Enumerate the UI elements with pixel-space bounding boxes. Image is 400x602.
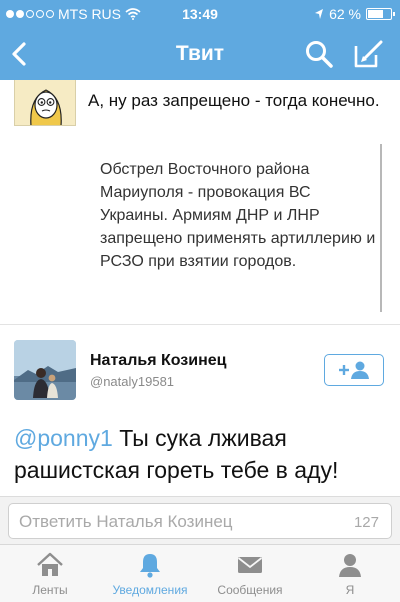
tab-home[interactable]: Ленты xyxy=(0,545,100,602)
avatar[interactable] xyxy=(14,80,76,126)
avatar[interactable] xyxy=(14,340,76,400)
envelope-icon xyxy=(237,557,263,573)
reply-placeholder: Ответить Наталья Козинец xyxy=(19,512,233,531)
search-icon[interactable] xyxy=(304,39,334,69)
battery-fill xyxy=(368,10,383,18)
tweet-author: Наталья Козинец @nataly19581 xyxy=(0,340,400,404)
tab-messages[interactable]: Сообщения xyxy=(200,545,300,602)
char-counter: 127 xyxy=(353,514,379,531)
battery-icon xyxy=(366,8,395,20)
reply-tweet[interactable]: А, ну раз запрещено - тогда конечно. xyxy=(0,80,400,140)
nav-bar: Твит xyxy=(0,28,400,80)
add-user-icon xyxy=(339,361,369,379)
cartoon-avatar-icon xyxy=(15,80,75,125)
reply-input[interactable]: Ответить Наталья Козинец 127 xyxy=(8,503,392,539)
author-handle[interactable]: @nataly19581 xyxy=(90,374,174,389)
divider xyxy=(0,324,400,325)
tab-notifications[interactable]: Уведомления xyxy=(100,545,200,602)
follow-button[interactable] xyxy=(324,354,384,386)
tab-label: Ленты xyxy=(32,583,68,597)
photo-avatar-icon xyxy=(14,340,76,400)
status-right: 62 % xyxy=(314,6,395,22)
compose-icon[interactable] xyxy=(352,38,386,70)
tab-me[interactable]: Я xyxy=(300,545,400,602)
tweet-text: @ponny1 Ты сука лживая рашистская гореть… xyxy=(14,422,394,486)
tab-label: Сообщения xyxy=(217,583,283,597)
page-title: Твит xyxy=(175,42,225,65)
home-icon xyxy=(37,552,63,576)
bell-icon xyxy=(140,554,160,578)
mention-link[interactable]: @ponny1 xyxy=(14,425,113,451)
tab-label: Уведомления xyxy=(112,583,188,597)
location-arrow-icon xyxy=(315,9,324,19)
person-icon xyxy=(339,554,361,577)
quoted-tweet-text: Обстрел Восточного района Мариуполя - пр… xyxy=(100,161,376,270)
tab-label: Я xyxy=(345,583,355,597)
author-name[interactable]: Наталья Козинец xyxy=(90,352,226,370)
status-bar: MTS RUS 13:49 62 % xyxy=(0,0,400,28)
top-bar: MTS RUS 13:49 62 % Твит xyxy=(0,0,400,80)
battery-percent: 62 % xyxy=(329,6,361,22)
quoted-tweet[interactable]: Обстрел Восточного района Мариуполя - пр… xyxy=(88,158,388,273)
tab-bar: Ленты Уведомления Сообщения Я xyxy=(0,544,400,602)
reply-bar: Ответить Наталья Козинец 127 xyxy=(0,496,400,544)
reply-tweet-text: А, ну раз запрещено - тогда конечно. xyxy=(88,91,380,110)
